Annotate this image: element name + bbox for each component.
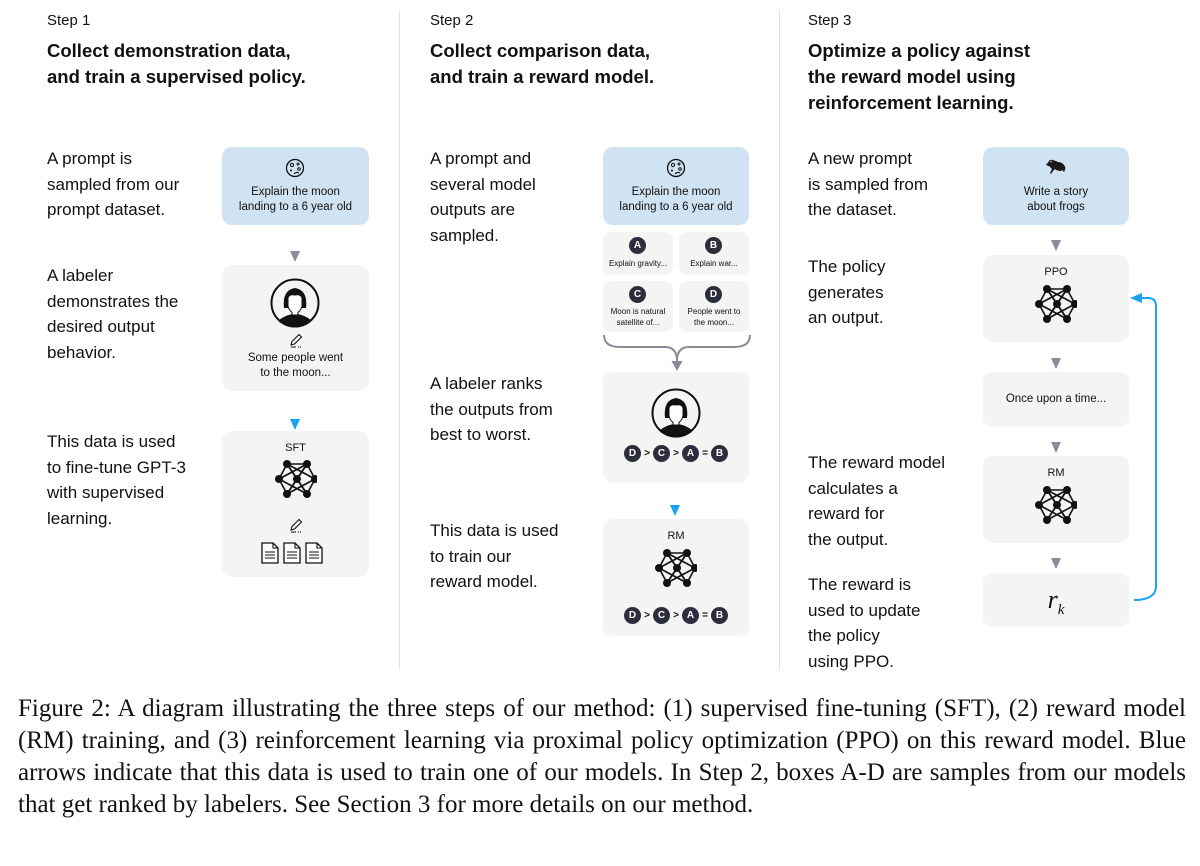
documents-group [261, 542, 323, 564]
moon-icon [285, 158, 305, 178]
prompt-text: Explain the moon landing to a 6 year old [619, 186, 733, 213]
step-2-desc-rank: A labeler ranks the outputs from best to… [430, 374, 553, 444]
gray-arrow-icon [1051, 358, 1061, 369]
output-text: Explain gravity... [608, 259, 668, 268]
step-2-desc-sample: A prompt and several model outputs are s… [430, 149, 536, 245]
neural-network-icon [655, 548, 697, 588]
rank-operator: > [673, 448, 679, 459]
rank-badge-c: C [653, 607, 670, 624]
step-3-prompt-box: Write a story about frogs [983, 147, 1129, 225]
step-3-rm-box: RM [983, 456, 1129, 543]
step-3-desc-prompt: A new prompt is sampled from the dataset… [808, 149, 928, 219]
ppo-label: PPO [1044, 266, 1068, 278]
prompt-text: Write a story about frogs [1023, 186, 1089, 213]
step-1-desc-labeler: A labeler demonstrates the desired outpu… [47, 266, 179, 362]
rank-badge-b: B [711, 607, 728, 624]
gray-arrow-icon [1051, 240, 1061, 251]
step-1-demonstration-box: Some people went to the moon... [222, 265, 369, 391]
reward-symbol: r [1047, 585, 1058, 614]
rank-operator: = [702, 610, 708, 621]
rank-operator: > [644, 610, 650, 621]
step-3-title: Optimize a policy against the reward mod… [808, 40, 1031, 113]
step-3-label: Step 3 [808, 12, 852, 29]
step-2-desc-train: This data is used to train our reward mo… [430, 521, 559, 591]
output-text: Explain war... [690, 259, 738, 268]
labeler-avatar-icon [270, 278, 320, 328]
gray-arrow-icon [1051, 442, 1061, 453]
step-3-ppo-box: PPO [983, 255, 1129, 342]
step-3-desc-update: The reward is used to update the policy … [808, 575, 921, 671]
step-1-desc-finetune: This data is used to fine-tune GPT-3 wit… [47, 432, 186, 528]
rm-label: RM [667, 530, 685, 542]
document-icon [261, 542, 279, 564]
output-text: Once upon a time... [1005, 393, 1107, 405]
reward-subscript: k [1057, 602, 1065, 619]
output-box-d: D People went to the moon... [679, 281, 749, 332]
neural-network-icon [1035, 284, 1077, 324]
labeler-avatar-icon [651, 388, 701, 438]
step-1-desc-prompt: A prompt is sampled from our prompt data… [47, 149, 180, 219]
step-1-sft-box: SFT [222, 431, 369, 577]
output-text: People went to the moon... [687, 307, 741, 327]
document-icon [305, 542, 323, 564]
step-3-output-box: Once upon a time... [983, 372, 1129, 427]
badge-c: C [629, 286, 646, 303]
merge-bracket-icon [603, 334, 751, 371]
column-divider-1 [399, 10, 400, 670]
step-1-title: Collect demonstration data, and train a … [47, 40, 306, 87]
ranking-row: D > C > A = B [603, 607, 749, 624]
badge-d: D [705, 286, 722, 303]
rm-label: RM [1047, 467, 1065, 479]
gray-arrow-icon [1051, 558, 1061, 569]
pencil-icon [290, 518, 303, 534]
document-icon [283, 542, 301, 564]
rank-badge-a: A [682, 607, 699, 624]
output-box-c: C Moon is natural satellite of... [603, 281, 673, 332]
ranking-row: D > C > A = B [603, 445, 749, 462]
gray-arrow-icon [290, 251, 300, 262]
neural-network-icon [275, 459, 317, 499]
demonstration-text: Some people went to the moon... [247, 352, 344, 379]
blue-arrow-icon [670, 505, 680, 516]
pencil-icon [290, 333, 303, 349]
step-2-rm-box: RM D > C > A = B [603, 519, 749, 636]
rank-operator: = [702, 448, 708, 459]
rank-badge-c: C [653, 445, 670, 462]
sft-label: SFT [285, 442, 306, 454]
output-box-b: B Explain war... [679, 232, 749, 275]
badge-b: B [705, 237, 722, 254]
neural-network-icon [1035, 485, 1077, 525]
step-3-desc-reward-model: The reward model calculates a reward for… [808, 453, 946, 549]
rank-operator: > [644, 448, 650, 459]
output-box-a: A Explain gravity... [603, 232, 673, 275]
step-1-prompt-box: Explain the moon landing to a 6 year old [222, 147, 369, 225]
blue-arrow-icon [290, 419, 300, 430]
step-2-title: Collect comparison data, and train a rew… [430, 40, 655, 87]
frog-icon [1046, 159, 1066, 174]
step-1-label: Step 1 [47, 12, 91, 29]
step-2-prompt-box: Explain the moon landing to a 6 year old [603, 147, 749, 225]
rank-operator: > [673, 610, 679, 621]
blue-feedback-arrow-icon [1130, 293, 1157, 601]
output-text: Moon is natural satellite of... [610, 307, 666, 327]
step-3-reward-box: rk [983, 573, 1129, 627]
column-divider-2 [779, 10, 780, 670]
figure-caption: Figure 2: A diagram illustrating the thr… [18, 695, 1186, 818]
step-3-desc-policy: The policy generates an output. [808, 257, 886, 327]
moon-icon [666, 158, 686, 178]
rank-badge-a: A [682, 445, 699, 462]
step-2-label: Step 2 [430, 12, 474, 29]
rank-badge-b: B [711, 445, 728, 462]
prompt-text: Explain the moon landing to a 6 year old [238, 186, 353, 213]
reward-value: rk [983, 585, 1129, 619]
step-2-ranking-box: D > C > A = B [603, 372, 749, 483]
badge-a: A [629, 237, 646, 254]
rank-badge-d: D [624, 607, 641, 624]
rank-badge-d: D [624, 445, 641, 462]
